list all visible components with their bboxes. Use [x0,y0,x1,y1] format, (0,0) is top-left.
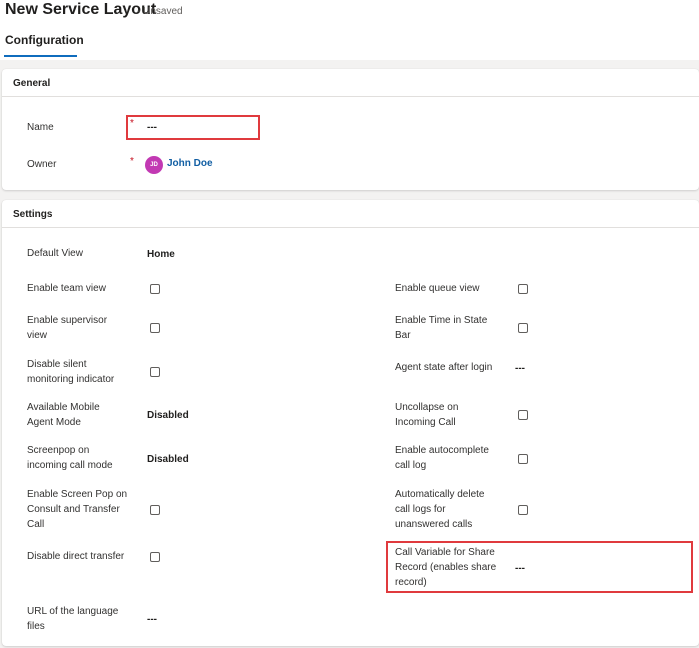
owner-required-marker: * [130,156,134,167]
autocomplete-checkbox[interactable] [518,454,528,464]
time-in-state-checkbox[interactable] [518,323,528,333]
autocomplete-label: Enable autocomplete call log [395,445,489,471]
name-highlight-box [126,115,260,140]
screenpop-mode-label: Screenpop on incoming call mode [27,445,113,471]
name-label: Name [27,122,54,133]
queue-view-label: Enable queue view [395,283,480,294]
auto-delete-checkbox[interactable] [518,505,528,515]
form-header: New Service Layout - Unsaved Configurati… [0,0,699,60]
team-view-label: Enable team view [27,283,106,294]
team-view-checkbox[interactable] [150,284,160,294]
screenpop-mode-value[interactable]: Disabled [147,454,189,465]
auto-delete-label: Automatically delete call logs for unans… [395,489,485,530]
screen-pop-consult-checkbox[interactable] [150,505,160,515]
agent-state-value[interactable]: --- [515,363,525,374]
avatar: JD [145,156,163,174]
time-in-state-label: Enable Time in State Bar [395,315,488,341]
page-title: New Service Layout [5,1,157,18]
general-section-title: General [13,78,51,89]
agent-state-label: Agent state after login [395,362,493,373]
mobile-agent-mode-value[interactable]: Disabled [147,410,189,421]
tab-selected-indicator [4,55,77,57]
uncollapse-checkbox[interactable] [518,410,528,420]
unsaved-status: - Unsaved [137,6,183,17]
direct-transfer-label: Disable direct transfer [27,551,125,562]
silent-monitoring-checkbox[interactable] [150,367,160,377]
screen-pop-consult-label: Enable Screen Pop on Consult and Transfe… [27,489,128,530]
queue-view-checkbox[interactable] [518,284,528,294]
uncollapse-label: Uncollapse on Incoming Call [395,402,459,428]
language-url-value[interactable]: --- [147,614,157,625]
general-section-divider [2,96,699,97]
owner-link[interactable]: John Doe [167,158,213,169]
silent-monitoring-label: Disable silent monitoring indicator [27,359,115,385]
default-view-value[interactable]: Home [147,249,175,260]
settings-section-divider [2,227,699,228]
mobile-agent-mode-label: Available Mobile Agent Mode [27,402,100,428]
owner-label: Owner [27,159,57,170]
settings-section-title: Settings [13,209,53,220]
default-view-label: Default View [27,248,83,259]
supervisor-view-checkbox[interactable] [150,323,160,333]
direct-transfer-checkbox[interactable] [150,552,160,562]
supervisor-view-label: Enable supervisor view [27,315,108,341]
tab-configuration[interactable]: Configuration [5,33,84,47]
language-url-label: URL of the language files [27,606,119,632]
call-variable-highlight-box [386,541,693,593]
